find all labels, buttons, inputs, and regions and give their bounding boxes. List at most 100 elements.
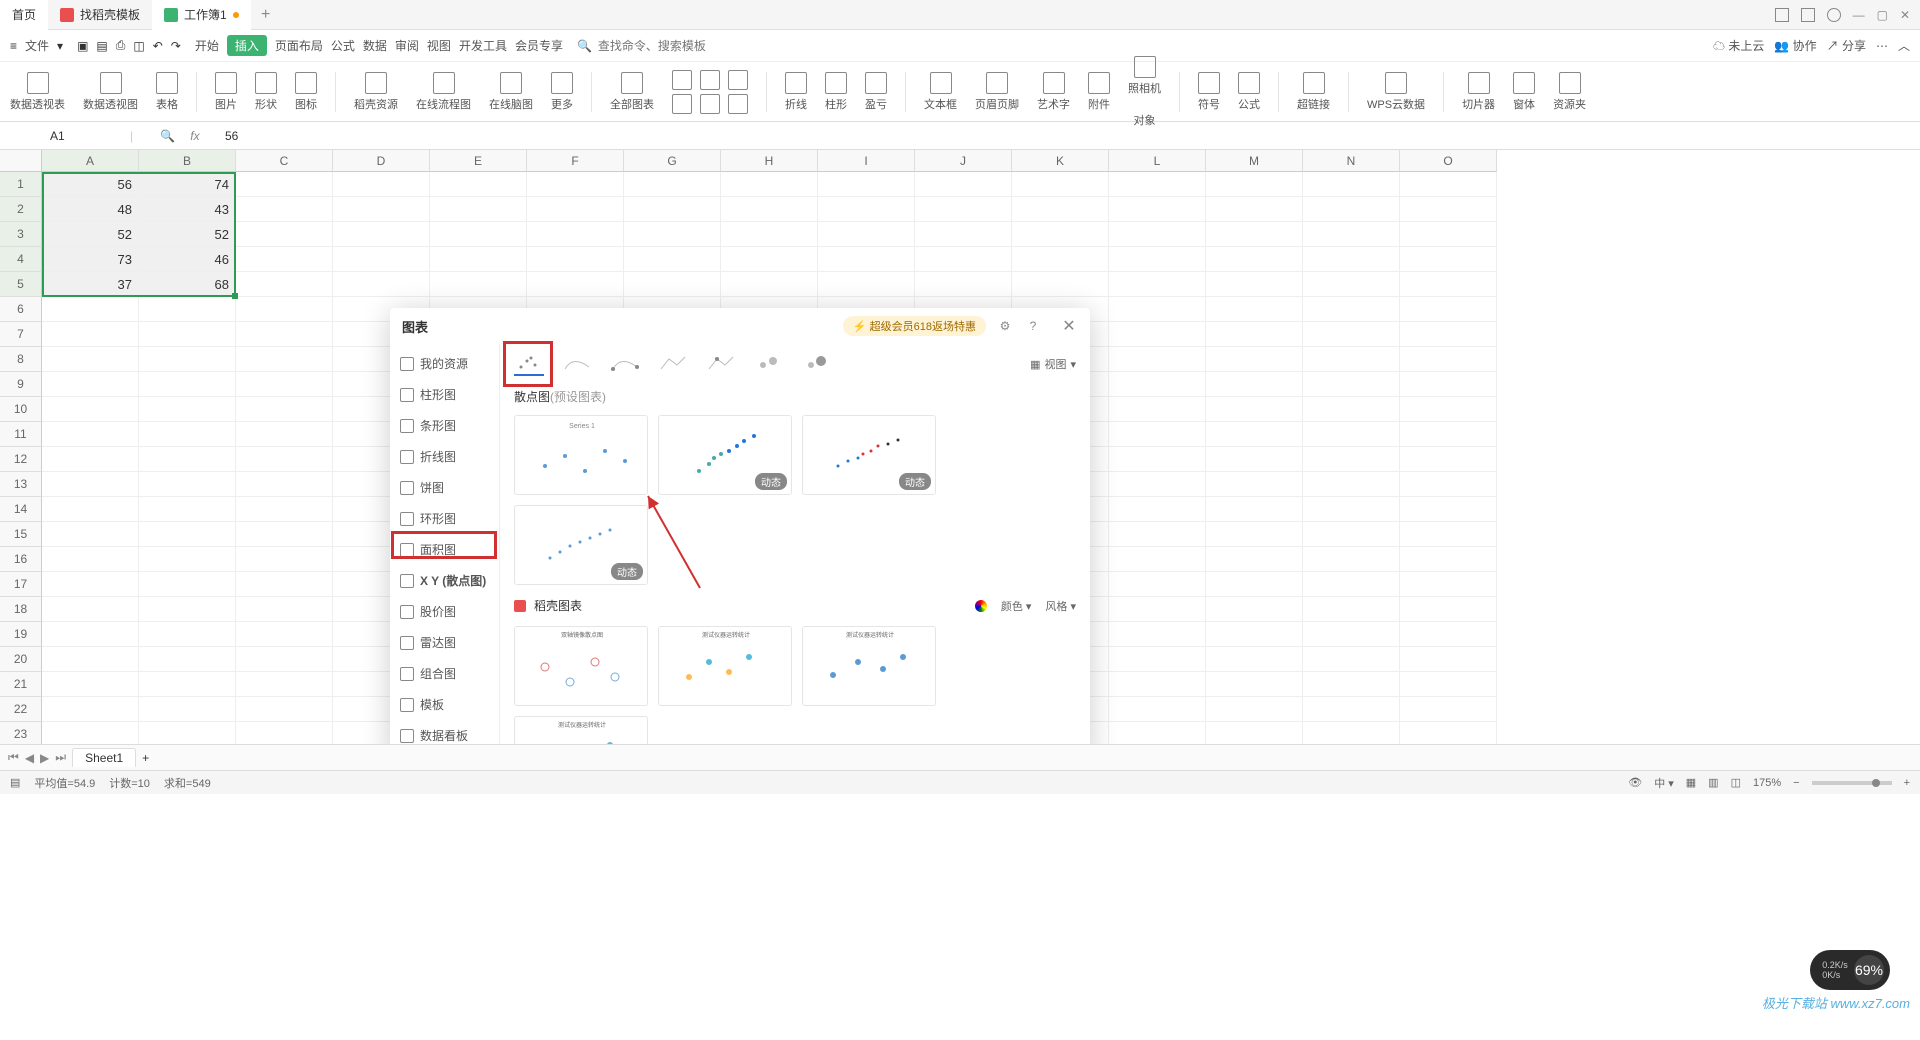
cell[interactable] [236, 472, 333, 497]
zoom-out-button[interactable]: − [1793, 777, 1799, 789]
next-sheet-icon[interactable]: ▶ [40, 751, 49, 765]
cell[interactable] [42, 522, 139, 547]
ribbon-allcharts[interactable]: 全部图表 [610, 72, 654, 112]
cell[interactable] [236, 372, 333, 397]
menu-dev[interactable]: 开发工具 [459, 37, 507, 54]
cell[interactable] [1400, 347, 1497, 372]
new-icon[interactable]: ▤ [96, 39, 107, 53]
cell[interactable] [1206, 597, 1303, 622]
grid-icon[interactable] [1801, 8, 1815, 22]
cell[interactable] [915, 172, 1012, 197]
cell[interactable] [1303, 422, 1400, 447]
ribbon-more[interactable]: 更多 [551, 72, 573, 112]
cat-pie[interactable]: 饼图 [390, 472, 499, 503]
cell[interactable] [527, 172, 624, 197]
ribbon-table[interactable]: 表格 [156, 72, 178, 112]
ime-icon[interactable]: 中 ▾ [1654, 775, 1674, 791]
cell[interactable] [236, 522, 333, 547]
cell[interactable] [1206, 222, 1303, 247]
select-all-corner[interactable] [0, 150, 42, 172]
cell[interactable] [139, 497, 236, 522]
subtype-scatter-smooth-marker[interactable] [610, 352, 640, 376]
search-fx-icon[interactable]: 🔍 [160, 129, 175, 143]
cat-template[interactable]: 模板 [390, 689, 499, 720]
cell[interactable] [1109, 472, 1206, 497]
cell[interactable] [430, 197, 527, 222]
cell[interactable] [1400, 472, 1497, 497]
row-header[interactable]: 22 [0, 697, 42, 722]
cell[interactable] [1109, 597, 1206, 622]
cell[interactable] [1400, 622, 1497, 647]
fx-label[interactable]: fx [175, 129, 215, 143]
menu-member[interactable]: 会员专享 [515, 37, 563, 54]
cell[interactable] [236, 647, 333, 672]
cell[interactable] [1012, 172, 1109, 197]
cell[interactable] [139, 297, 236, 322]
column-header[interactable]: N [1303, 150, 1400, 172]
cell[interactable]: 68 [139, 272, 236, 297]
menu-start[interactable]: 开始 [195, 37, 219, 54]
row-header[interactable]: 23 [0, 722, 42, 744]
cell[interactable] [1206, 697, 1303, 722]
scatter-icon[interactable] [672, 94, 692, 114]
cell[interactable] [1400, 422, 1497, 447]
cell[interactable] [1303, 272, 1400, 297]
cell[interactable] [139, 447, 236, 472]
cell[interactable] [1303, 722, 1400, 744]
cell[interactable] [236, 447, 333, 472]
cat-stock[interactable]: 股价图 [390, 596, 499, 627]
last-sheet-icon[interactable]: ⏭ [55, 750, 66, 765]
cell[interactable] [1206, 347, 1303, 372]
ribbon-form[interactable]: 窗体 [1513, 72, 1535, 112]
cat-donut[interactable]: 环形图 [390, 503, 499, 534]
cell[interactable] [1109, 522, 1206, 547]
pie-icon[interactable] [700, 94, 720, 114]
cell[interactable] [236, 572, 333, 597]
row-header[interactable]: 21 [0, 672, 42, 697]
chart-thumb[interactable]: 测试仪器运转统计 [658, 626, 792, 706]
cat-line[interactable]: 折线图 [390, 441, 499, 472]
ribbon-hyperlink[interactable]: 超链接 [1297, 72, 1330, 112]
search-box[interactable]: 🔍 [577, 39, 718, 53]
cell[interactable] [1400, 397, 1497, 422]
cell[interactable] [624, 247, 721, 272]
cell[interactable] [236, 297, 333, 322]
zoom-slider[interactable] [1812, 781, 1892, 785]
cell[interactable] [1303, 397, 1400, 422]
cell[interactable] [42, 372, 139, 397]
cell[interactable] [818, 172, 915, 197]
ribbon-shape[interactable]: 形状 [255, 72, 277, 112]
cell[interactable] [236, 597, 333, 622]
minimize-button[interactable]: — [1853, 8, 1865, 22]
ribbon-object[interactable]: 照相机对象 [1128, 56, 1161, 128]
cell[interactable] [527, 197, 624, 222]
row-header[interactable]: 2 [0, 197, 42, 222]
subtype-bubble-3d[interactable] [802, 352, 832, 376]
ribbon-pivot-chart[interactable]: 数据透视图 [83, 72, 138, 112]
cell[interactable] [915, 222, 1012, 247]
cell[interactable] [1206, 547, 1303, 572]
share-button[interactable]: ↗ 分享 [1827, 37, 1866, 54]
cell[interactable] [42, 697, 139, 722]
cell[interactable] [624, 172, 721, 197]
cell[interactable] [1400, 447, 1497, 472]
cell[interactable] [624, 272, 721, 297]
cat-combo[interactable]: 组合图 [390, 658, 499, 689]
chevron-down-icon[interactable]: ▾ [57, 39, 63, 53]
cell[interactable] [1206, 472, 1303, 497]
cell[interactable] [1206, 297, 1303, 322]
undo-icon[interactable]: ↶ [153, 39, 163, 53]
cloud-status[interactable]: ☁ 未上云 [1713, 37, 1764, 54]
line-icon[interactable] [700, 70, 720, 90]
cell[interactable] [139, 322, 236, 347]
cell[interactable] [236, 272, 333, 297]
chart-thumb[interactable]: 测试仪器运转统计 [802, 626, 936, 706]
cell[interactable] [1400, 247, 1497, 272]
cell[interactable] [1206, 397, 1303, 422]
cell[interactable]: 48 [42, 197, 139, 222]
row-header[interactable]: 7 [0, 322, 42, 347]
column-header[interactable]: G [624, 150, 721, 172]
menu-view[interactable]: 视图 [427, 37, 451, 54]
tab-templates[interactable]: 找稻壳模板 [48, 0, 152, 30]
menu-review[interactable]: 审阅 [395, 37, 419, 54]
